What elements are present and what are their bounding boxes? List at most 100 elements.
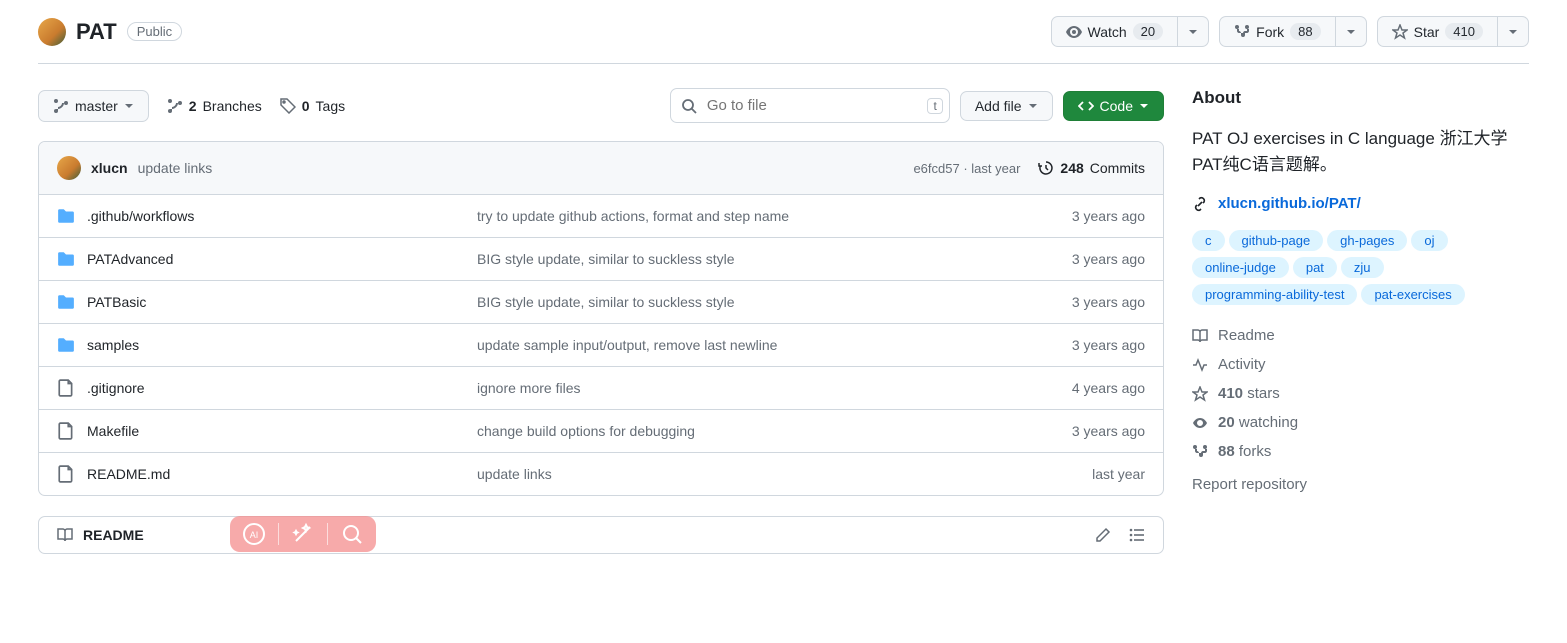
readme-link[interactable]: Readme [1192, 327, 1529, 344]
repo-header: PAT Public Watch 20 Fork 88 [38, 16, 1529, 64]
search-kbd: t [927, 98, 942, 114]
file-row[interactable]: README.md update linkslast year [39, 453, 1163, 495]
file-name[interactable]: PATAdvanced [87, 251, 173, 267]
file-commit-msg[interactable]: update links [477, 466, 995, 482]
outline-button[interactable] [1129, 527, 1145, 543]
commit-author-avatar[interactable] [57, 156, 81, 180]
branches-link[interactable]: 2 Branches [167, 98, 262, 114]
book-icon [1192, 328, 1208, 344]
star-icon [1192, 386, 1208, 402]
file-commit-msg[interactable]: try to update github actions, format and… [477, 208, 995, 224]
repo-name[interactable]: PAT [76, 19, 117, 45]
star-icon [1392, 24, 1408, 40]
topic-tag[interactable]: gh-pages [1327, 230, 1407, 251]
topic-tag[interactable]: c [1192, 230, 1225, 251]
fork-icon [1234, 24, 1250, 40]
file-row[interactable]: samples update sample input/output, remov… [39, 324, 1163, 367]
file-date: 3 years ago [995, 208, 1145, 224]
watch-dropdown[interactable] [1178, 16, 1209, 47]
branch-select-button[interactable]: master [38, 90, 149, 122]
owner-avatar[interactable] [38, 18, 66, 46]
stars-link[interactable]: 410 stars [1192, 385, 1529, 402]
file-row[interactable]: .github/workflows try to update github ac… [39, 195, 1163, 238]
file-date: 3 years ago [995, 423, 1145, 439]
search-icon [681, 98, 697, 114]
file-commit-msg[interactable]: ignore more files [477, 380, 995, 396]
svg-text:AI: AI [250, 530, 259, 540]
caret-down-icon [1346, 27, 1356, 37]
file-name[interactable]: samples [87, 337, 139, 353]
watch-button[interactable]: Watch 20 [1051, 16, 1179, 47]
folder-icon [57, 293, 75, 311]
file-commit-msg[interactable]: BIG style update, similar to suckless st… [477, 251, 995, 267]
topic-tag[interactable]: zju [1341, 257, 1384, 278]
file-row[interactable]: .gitignore ignore more files4 years ago [39, 367, 1163, 410]
folder-icon [57, 250, 75, 268]
file-panel: xlucn update links e6fcd57 · last year 2… [38, 141, 1164, 496]
file-icon [57, 422, 75, 440]
topics-list: cgithub-pagegh-pagesoj online-judgepatzju… [1192, 230, 1529, 305]
caret-down-icon [1508, 27, 1518, 37]
file-row[interactable]: Makefile change build options for debuggi… [39, 410, 1163, 453]
commit-sha-date[interactable]: e6fcd57 · last year [913, 161, 1020, 176]
commit-author[interactable]: xlucn [91, 160, 128, 176]
code-icon [1078, 98, 1094, 114]
edit-readme-button[interactable] [1095, 527, 1111, 543]
repo-description: PAT OJ exercises in C language 浙江大学PAT纯C… [1192, 126, 1529, 177]
star-dropdown[interactable] [1498, 16, 1529, 47]
topic-tag[interactable]: online-judge [1192, 257, 1289, 278]
file-name[interactable]: Makefile [87, 423, 139, 439]
file-date: 4 years ago [995, 380, 1145, 396]
activity-link[interactable]: Activity [1192, 356, 1529, 373]
ai-chat-icon: AI [242, 522, 266, 546]
topic-tag[interactable]: pat-exercises [1361, 284, 1464, 305]
floating-ai-toolbar[interactable]: AI [230, 516, 376, 552]
file-commit-msg[interactable]: change build options for debugging [477, 423, 995, 439]
file-date: last year [995, 466, 1145, 482]
topic-tag[interactable]: oj [1411, 230, 1447, 251]
file-name[interactable]: README.md [87, 466, 170, 482]
watching-link[interactable]: 20 watching [1192, 414, 1529, 431]
readme-tab[interactable]: README [57, 527, 144, 543]
topic-tag[interactable]: programming-ability-test [1192, 284, 1357, 305]
file-date: 3 years ago [995, 294, 1145, 310]
magic-wand-icon [291, 522, 315, 546]
add-file-button[interactable]: Add file [960, 91, 1053, 121]
file-commit-msg[interactable]: update sample input/output, remove last … [477, 337, 995, 353]
link-icon [1192, 196, 1208, 212]
file-icon [57, 379, 75, 397]
pencil-icon [1095, 527, 1111, 543]
caret-down-icon [124, 101, 134, 111]
about-heading: About [1192, 88, 1529, 108]
report-repo-link[interactable]: Report repository [1192, 476, 1529, 493]
file-name[interactable]: .github/workflows [87, 208, 194, 224]
folder-icon [57, 207, 75, 225]
file-name[interactable]: PATBasic [87, 294, 146, 310]
repo-website-link[interactable]: xlucn.github.io/PAT/ [1192, 195, 1529, 212]
fork-dropdown[interactable] [1336, 16, 1367, 47]
branch-icon [53, 98, 69, 114]
forks-link[interactable]: 88 forks [1192, 443, 1529, 460]
readme-panel: README [38, 516, 1164, 554]
file-row[interactable]: PATAdvanced BIG style update, similar to … [39, 238, 1163, 281]
tags-link[interactable]: 0 Tags [280, 98, 345, 114]
topic-tag[interactable]: pat [1293, 257, 1337, 278]
caret-down-icon [1139, 101, 1149, 111]
list-icon [1129, 527, 1145, 543]
file-search-input[interactable] [670, 88, 950, 123]
history-icon [1038, 160, 1054, 176]
star-button[interactable]: Star 410 [1377, 16, 1498, 47]
file-commit-msg[interactable]: BIG style update, similar to suckless st… [477, 294, 995, 310]
commits-link[interactable]: 248 Commits [1038, 160, 1145, 176]
commit-message[interactable]: update links [138, 160, 213, 176]
branch-icon [167, 98, 183, 114]
file-date: 3 years ago [995, 337, 1145, 353]
file-row[interactable]: PATBasic BIG style update, similar to suc… [39, 281, 1163, 324]
file-name[interactable]: .gitignore [87, 380, 145, 396]
caret-down-icon [1188, 27, 1198, 37]
topic-tag[interactable]: github-page [1229, 230, 1324, 251]
tag-icon [280, 98, 296, 114]
eye-icon [1192, 415, 1208, 431]
code-button[interactable]: Code [1063, 91, 1164, 121]
fork-button[interactable]: Fork 88 [1219, 16, 1335, 47]
